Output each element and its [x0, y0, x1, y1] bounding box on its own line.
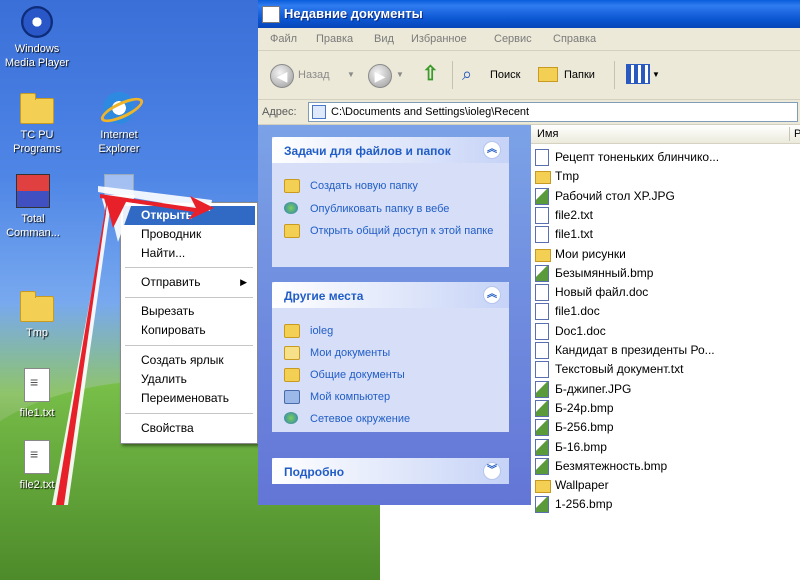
annotation-arrow [52, 186, 214, 505]
